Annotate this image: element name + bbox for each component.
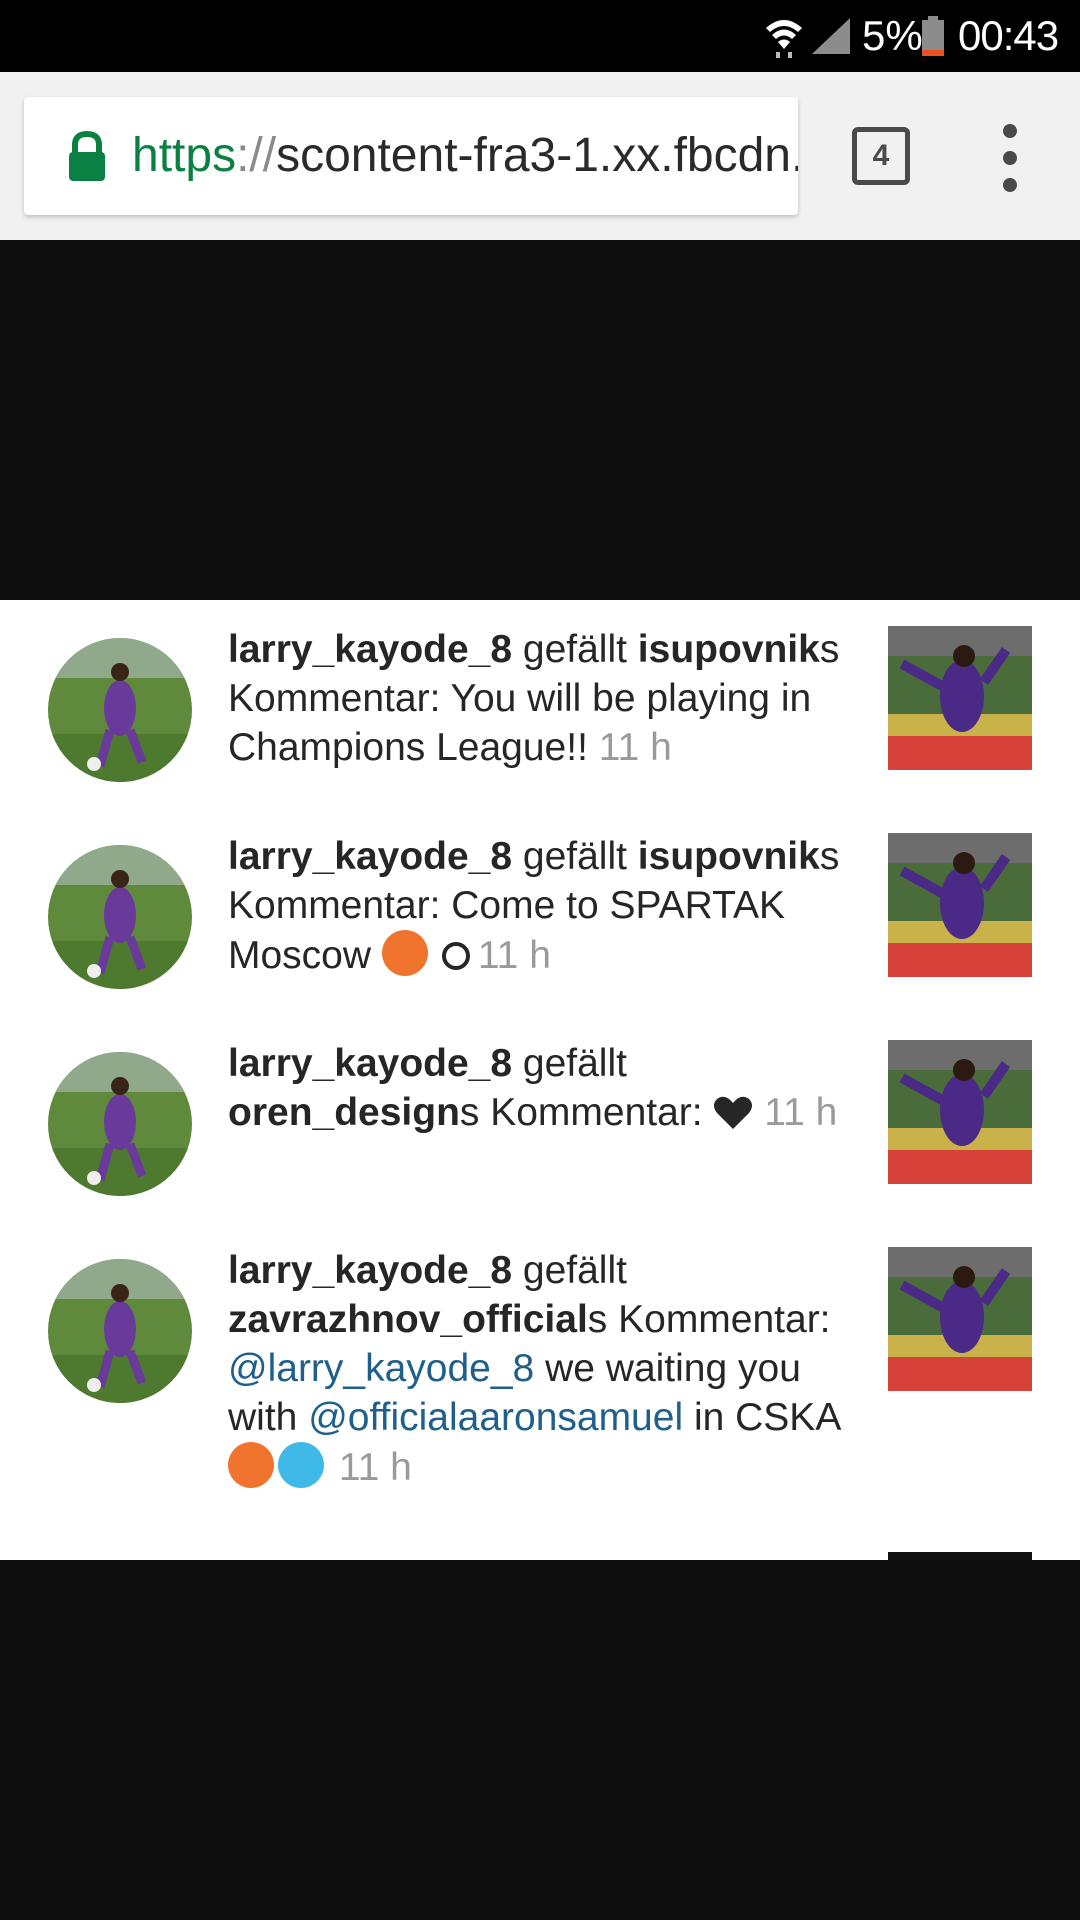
- post-thumbnail[interactable]: [888, 1247, 1032, 1391]
- action-text: gefällt: [512, 628, 638, 671]
- target-username[interactable]: zavrazhnov_official: [228, 1298, 588, 1341]
- username[interactable]: larry_kayode_8: [228, 835, 512, 878]
- blue-circle-emoji: [278, 1442, 324, 1488]
- avatar[interactable]: [48, 638, 192, 782]
- timestamp: 11 h: [477, 934, 551, 977]
- orange-circle-emoji: [381, 930, 428, 976]
- address-bar[interactable]: https://scontent-fra3-1.xx.fbcdn.net: [24, 97, 798, 215]
- post-thumbnail[interactable]: [888, 626, 1032, 770]
- action-text: gefällt: [512, 1042, 627, 1085]
- timestamp: 11 h: [587, 726, 672, 769]
- tab-switcher-button[interactable]: 4: [852, 127, 910, 185]
- username[interactable]: larry_kayode_8: [228, 1042, 512, 1085]
- next-post-thumbnail: [888, 1552, 1032, 1560]
- mention-link[interactable]: @larry_kayode_8: [228, 1347, 534, 1390]
- mention-link[interactable]: @officialaaronsamuel: [308, 1396, 683, 1439]
- url-text: https://scontent-fra3-1.xx.fbcdn.net: [132, 125, 798, 187]
- avatar[interactable]: [48, 1052, 192, 1196]
- url-separator: ://: [236, 129, 277, 182]
- action-text: gefällt: [512, 835, 638, 878]
- target-username[interactable]: isupovnik: [638, 628, 820, 671]
- battery-icon: [922, 16, 944, 56]
- list-item[interactable]: larry_kayode_8 gefällt isupovniks Kommen…: [0, 807, 1080, 1007]
- clock: 00:43: [958, 12, 1059, 59]
- timestamp: 11 h: [328, 1446, 412, 1489]
- timestamp: 11 h: [753, 1091, 838, 1134]
- wifi-icon: [766, 20, 802, 58]
- post-thumbnail[interactable]: [888, 1040, 1032, 1184]
- notification-text: larry_kayode_8 gefällt zavrazhnov_offici…: [228, 1246, 848, 1492]
- heart-icon: [714, 1096, 753, 1129]
- overflow-menu-icon[interactable]: [998, 124, 1022, 192]
- avatar[interactable]: [48, 845, 192, 989]
- notification-text: larry_kayode_8 gefällt isupovniks Kommen…: [228, 832, 848, 980]
- notification-text: larry_kayode_8 gefällt isupovniks Kommen…: [228, 625, 848, 772]
- list-item[interactable]: larry_kayode_8 gefällt oren_designs Komm…: [0, 1014, 1080, 1214]
- browser-toolbar: https://scontent-fra3-1.xx.fbcdn.net 4: [0, 72, 1080, 240]
- username[interactable]: larry_kayode_8: [228, 1249, 512, 1292]
- notification-text: larry_kayode_8 gefällt oren_designs Komm…: [228, 1039, 848, 1137]
- battery-percentage: 5%: [862, 12, 923, 59]
- status-bar: 5% 00:43: [0, 0, 1080, 72]
- activity-feed: larry_kayode_8 gefällt isupovnik s Kommen…: [0, 600, 1080, 1560]
- comment-text-end: in CSKA: [683, 1396, 840, 1439]
- orange-circle-emoji: [228, 1442, 274, 1488]
- comment-text: s Kommentar:: [459, 1091, 714, 1134]
- action-text: gefällt: [512, 1249, 627, 1292]
- url-host: scontent-fra3-1.xx.fbcdn.net: [276, 129, 798, 182]
- list-item[interactable]: larry_kayode_8 gefällt zavrazhnov_offici…: [0, 1221, 1080, 1521]
- comment-text: s Kommentar:: [587, 1298, 831, 1341]
- list-item[interactable]: larry_kayode_8 gefällt isupovniks Kommen…: [0, 600, 1080, 800]
- lock-icon: [69, 131, 105, 181]
- url-scheme: https: [132, 129, 237, 182]
- post-thumbnail[interactable]: [888, 833, 1032, 977]
- target-username[interactable]: oren_design: [228, 1091, 460, 1134]
- cell-signal-icon: [812, 18, 850, 54]
- avatar[interactable]: [48, 1259, 192, 1403]
- username[interactable]: larry_kayode_8: [228, 628, 512, 671]
- target-username[interactable]: isupovnik: [638, 835, 820, 878]
- ring-symbol: [441, 942, 470, 970]
